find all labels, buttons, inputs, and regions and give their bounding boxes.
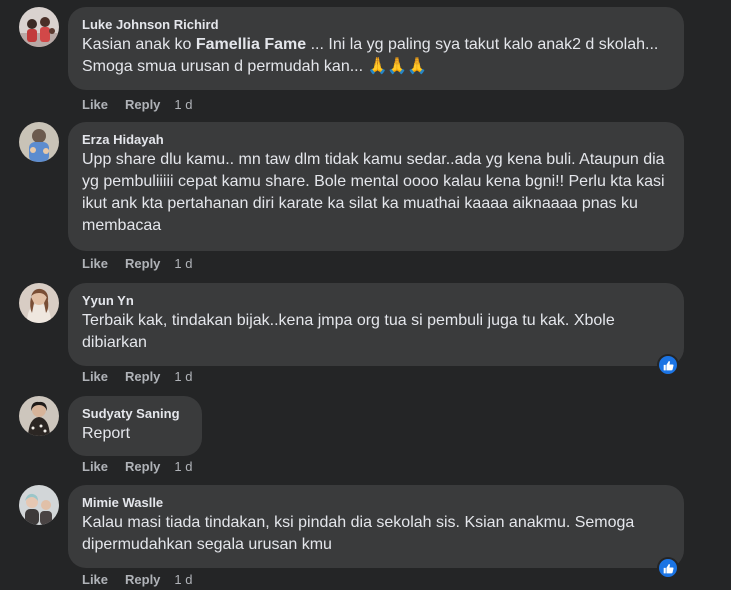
like-button[interactable]: Like (82, 459, 108, 475)
timestamp[interactable]: 1 d (174, 369, 192, 385)
comment-bubble: Sudyaty Saning Report (68, 396, 202, 456)
timestamp[interactable]: 1 d (174, 97, 192, 113)
avatar[interactable] (19, 7, 59, 47)
reply-button[interactable]: Reply (125, 369, 160, 385)
like-button[interactable]: Like (82, 572, 108, 588)
mention-link[interactable]: Famellia Fame (196, 36, 306, 53)
reaction-badge[interactable] (657, 557, 679, 579)
comment-actions: Like Reply 1 d (82, 97, 193, 113)
like-reaction-icon (659, 356, 677, 374)
comment-bubble: Mimie Waslle Kalau masi tiada tindakan, … (68, 485, 684, 568)
reaction-badge[interactable] (657, 354, 679, 376)
comment-actions: Like Reply 1 d (82, 572, 193, 588)
timestamp[interactable]: 1 d (174, 572, 192, 588)
like-button[interactable]: Like (82, 256, 108, 272)
avatar[interactable] (19, 283, 59, 323)
comment-author[interactable]: Yyun Yn (82, 292, 670, 309)
like-reaction-icon (659, 559, 677, 577)
avatar[interactable] (19, 485, 59, 525)
like-button[interactable]: Like (82, 369, 108, 385)
comment-text: Upp share dlu kamu.. mn taw dlm tidak ka… (82, 151, 665, 234)
comment-text: Terbaik kak, tindakan bijak..kena jmpa o… (82, 312, 615, 351)
comment-author[interactable]: Mimie Waslle (82, 494, 670, 511)
like-button[interactable]: Like (82, 97, 108, 113)
comment-author[interactable]: Luke Johnson Richird (82, 16, 670, 33)
comment-author[interactable]: Erza Hidayah (82, 131, 670, 148)
comment-actions: Like Reply 1 d (82, 256, 193, 272)
comment-bubble: Luke Johnson Richird Kasian anak ko Fame… (68, 7, 684, 90)
comment-text: Report (82, 425, 131, 442)
avatar[interactable] (19, 122, 59, 162)
avatar[interactable] (19, 396, 59, 436)
reply-button[interactable]: Reply (125, 572, 160, 588)
comment-actions: Like Reply 1 d (82, 459, 193, 475)
comment-text: Kasian anak ko Famellia Fame ... Ini la … (82, 34, 670, 78)
comment-text-start: Kasian anak ko (82, 36, 196, 53)
comment-text: Kalau masi tiada tindakan, ksi pindah di… (82, 514, 635, 553)
reply-button[interactable]: Reply (125, 256, 160, 272)
reply-button[interactable]: Reply (125, 97, 160, 113)
timestamp[interactable]: 1 d (174, 256, 192, 272)
comment-actions: Like Reply 1 d (82, 369, 193, 385)
comment-bubble: Erza Hidayah Upp share dlu kamu.. mn taw… (68, 122, 684, 251)
comment-author[interactable]: Sudyaty Saning (82, 405, 188, 422)
reply-button[interactable]: Reply (125, 459, 160, 475)
timestamp[interactable]: 1 d (174, 459, 192, 475)
comment-bubble: Yyun Yn Terbaik kak, tindakan bijak..ken… (68, 283, 684, 366)
